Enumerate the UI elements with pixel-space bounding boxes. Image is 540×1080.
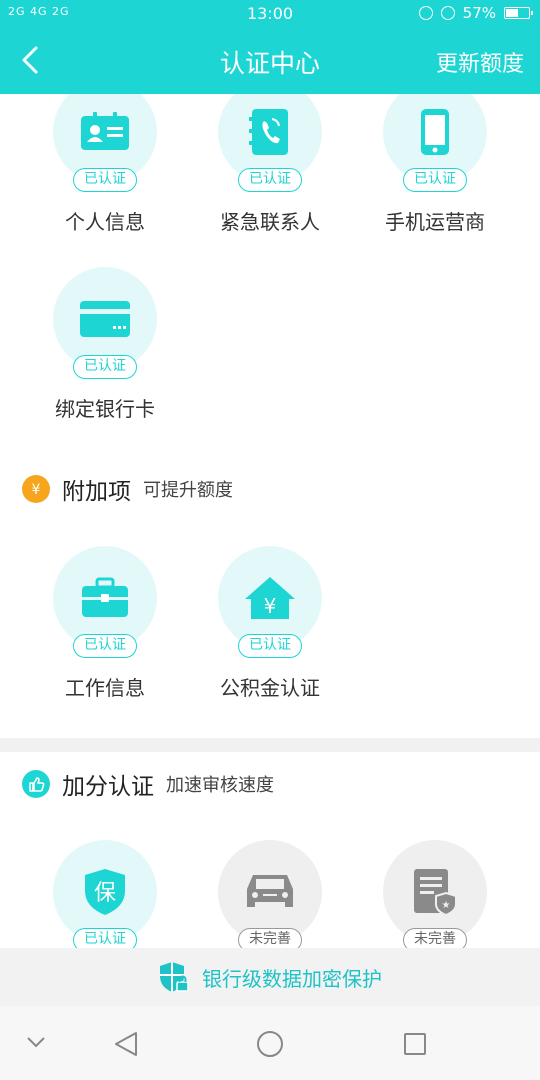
- auth-item-bank-card[interactable]: 已认证 绑定银行卡: [30, 267, 180, 422]
- secure-protection-bar: 银行级数据加密保护: [0, 948, 540, 1006]
- icon-circle: 保 已认证: [53, 840, 157, 948]
- section-divider: [0, 738, 540, 752]
- battery-percent: 57%: [462, 4, 496, 22]
- icon-circle: 已认证: [218, 94, 322, 192]
- back-nav-button[interactable]: [112, 1030, 140, 1062]
- system-nav-bar: [0, 1006, 540, 1080]
- svg-text:¥: ¥: [32, 482, 41, 498]
- square-recents-icon: [404, 1033, 426, 1055]
- briefcase-icon: [82, 577, 128, 617]
- home-nav-button[interactable]: [256, 1030, 284, 1062]
- insurance-shield-icon: 保: [85, 869, 125, 915]
- auth-item-label: 绑定银行卡: [55, 397, 155, 421]
- vibrate-icon: [418, 6, 433, 20]
- auth-item-personal-info[interactable]: 已认证 个人信息: [30, 94, 180, 235]
- chevron-down-icon: [27, 1037, 45, 1048]
- status-icons: 57%: [418, 4, 533, 22]
- section-header-extra: ¥ 附加项 可提升额度: [22, 472, 233, 506]
- auth-item-label: 公积金认证: [220, 676, 320, 700]
- icon-circle: 已认证: [53, 267, 157, 379]
- icon-circle: ★ 未完善: [383, 840, 487, 948]
- certificate-icon: ★: [414, 869, 457, 917]
- verified-badge: 已认证: [403, 168, 467, 192]
- auth-item-label: 手机运营商: [385, 210, 485, 234]
- icon-circle: 未完善: [218, 840, 322, 948]
- update-limit-button[interactable]: 更新额度: [436, 46, 524, 78]
- mobile-phone-icon: [421, 109, 449, 155]
- battery-icon: [504, 7, 533, 19]
- section-header-bonus: 加分认证 加速审核速度: [22, 767, 274, 801]
- svg-text:¥: ¥: [264, 594, 277, 618]
- auth-item-certificate[interactable]: ★ 未完善: [360, 840, 510, 948]
- incomplete-badge: 未完善: [238, 928, 302, 948]
- content-area[interactable]: 已认证 个人信息 已认证 紧急联系人 已认证 手机运营商 已认证 绑定银行卡 ¥…: [0, 94, 540, 948]
- section-title: 附加项: [62, 479, 131, 505]
- top-nav-bar: 认证中心 更新额度: [0, 28, 540, 94]
- recents-nav-button[interactable]: [403, 1032, 427, 1060]
- circle-home-icon: [257, 1031, 283, 1057]
- status-bar: 2G 4G 2G 13:00 57%: [0, 0, 540, 28]
- verified-badge: 已认证: [238, 634, 302, 658]
- contact-book-icon: [249, 109, 288, 155]
- section-subtitle: 加速审核速度: [166, 775, 274, 796]
- auth-item-label: 工作信息: [65, 676, 145, 700]
- svg-text:★: ★: [442, 900, 451, 911]
- shield-lock-icon: [160, 962, 189, 992]
- bank-card-icon: [80, 301, 130, 337]
- house-fund-icon: ¥: [245, 577, 295, 619]
- verified-badge: 已认证: [73, 928, 137, 948]
- auth-item-label: 紧急联系人: [220, 210, 320, 234]
- incomplete-badge: 未完善: [403, 928, 467, 948]
- auth-item-label: 个人信息: [65, 210, 145, 234]
- verified-badge: 已认证: [73, 634, 137, 658]
- section-title: 加分认证: [62, 774, 154, 800]
- hide-nav-button[interactable]: [24, 1034, 48, 1054]
- auth-item-insurance[interactable]: 保 已认证: [30, 840, 180, 948]
- verified-badge: 已认证: [73, 355, 137, 379]
- icon-circle: 已认证: [53, 546, 157, 658]
- auth-item-emergency-contact[interactable]: 已认证 紧急联系人: [195, 94, 345, 235]
- rotation-lock-icon: [440, 6, 455, 20]
- thumbs-up-icon: [22, 770, 50, 798]
- auth-item-work-info[interactable]: 已认证 工作信息: [30, 546, 180, 701]
- icon-circle: 已认证: [383, 94, 487, 192]
- svg-text:保: 保: [94, 881, 116, 906]
- auth-item-car[interactable]: 未完善: [195, 840, 345, 948]
- car-icon: [247, 875, 293, 907]
- icon-circle: 已认证: [53, 94, 157, 192]
- verified-badge: 已认证: [73, 168, 137, 192]
- section-subtitle: 可提升额度: [143, 480, 233, 501]
- icon-circle: ¥ 已认证: [218, 546, 322, 658]
- auth-item-mobile-carrier[interactable]: 已认证 手机运营商: [360, 94, 510, 235]
- auth-item-housing-fund[interactable]: ¥ 已认证 公积金认证: [195, 546, 345, 701]
- secure-text: 银行级数据加密保护: [202, 966, 382, 991]
- yuan-coin-icon: ¥: [22, 475, 50, 503]
- verified-badge: 已认证: [238, 168, 302, 192]
- triangle-back-icon: [115, 1032, 137, 1056]
- id-card-icon: [81, 112, 129, 150]
